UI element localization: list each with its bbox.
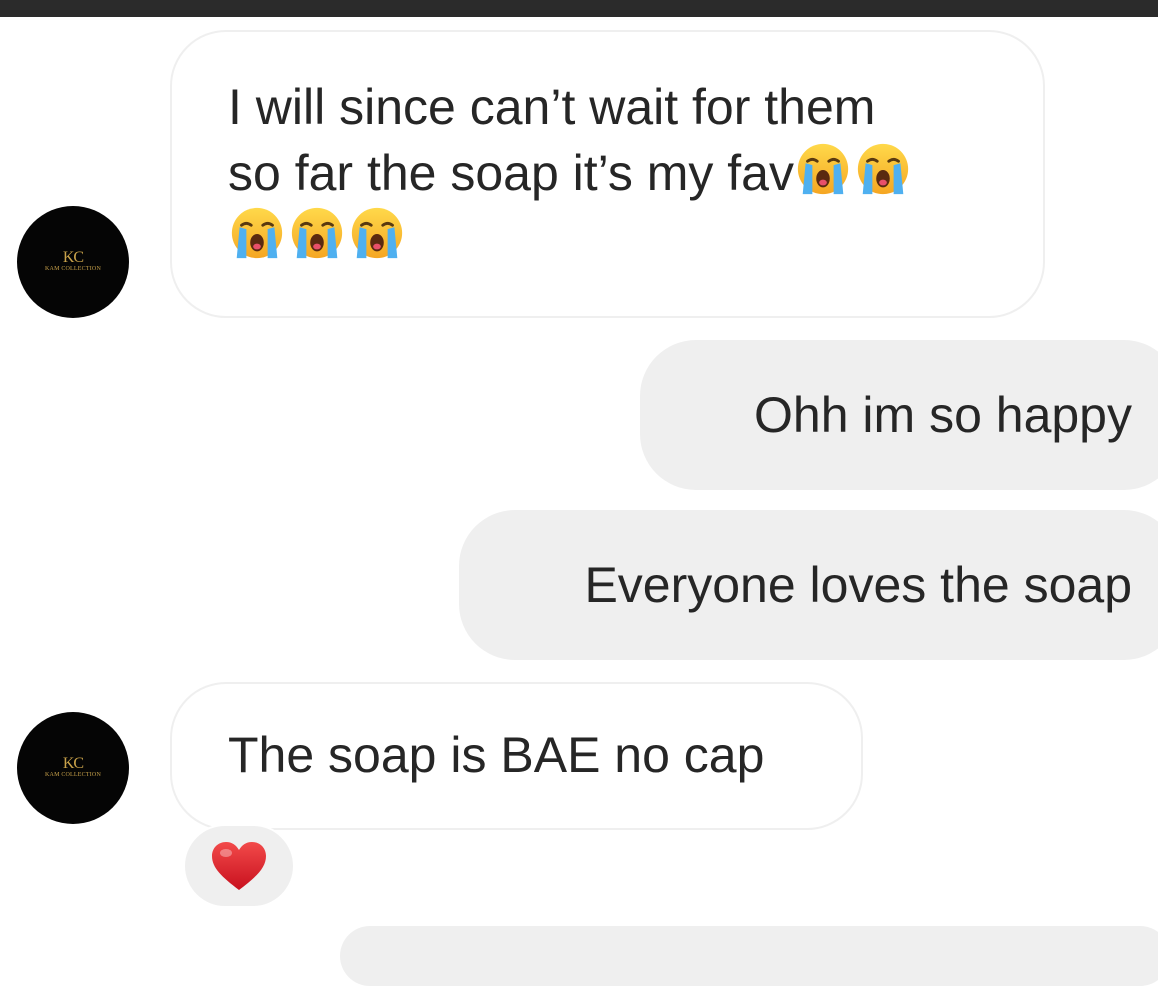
avatar-monogram: KC — [62, 755, 84, 772]
message-line-text: so far the soap it’s my fav — [228, 145, 794, 201]
red-heart-icon — [212, 842, 266, 890]
avatar[interactable]: KC KAM COLLECTION — [17, 712, 129, 824]
message-reaction[interactable] — [183, 824, 295, 908]
avatar-brand: KAM COLLECTION — [45, 772, 101, 778]
avatar[interactable]: KC KAM COLLECTION — [17, 206, 129, 318]
message-line: so far the soap it’s my fav — [228, 140, 1013, 206]
avatar-monogram: KC — [62, 249, 84, 266]
message-bubble-incoming[interactable]: The soap is BAE no cap — [170, 682, 863, 830]
loudly-crying-face-icon — [288, 204, 346, 262]
status-bar — [0, 0, 1158, 17]
loudly-crying-face-icon — [228, 204, 286, 262]
message-bubble-outgoing-partial[interactable] — [340, 926, 1158, 986]
message-bubble-outgoing[interactable]: Everyone loves the soap — [459, 510, 1158, 660]
loudly-crying-face-icon — [794, 140, 852, 198]
message-bubble-incoming[interactable]: I will since can’t wait for them so far … — [170, 30, 1045, 318]
avatar-brand: KAM COLLECTION — [45, 266, 101, 272]
message-bubble-outgoing[interactable]: Ohh im so happy — [640, 340, 1158, 490]
loudly-crying-face-icon — [854, 140, 912, 198]
message-text: Everyone loves the soap — [584, 557, 1132, 613]
message-text: The soap is BAE no cap — [228, 727, 765, 783]
message-line: I will since can’t wait for them — [228, 79, 876, 135]
emoji-line — [228, 204, 1013, 270]
message-text: Ohh im so happy — [754, 387, 1132, 443]
loudly-crying-face-icon — [348, 204, 406, 262]
